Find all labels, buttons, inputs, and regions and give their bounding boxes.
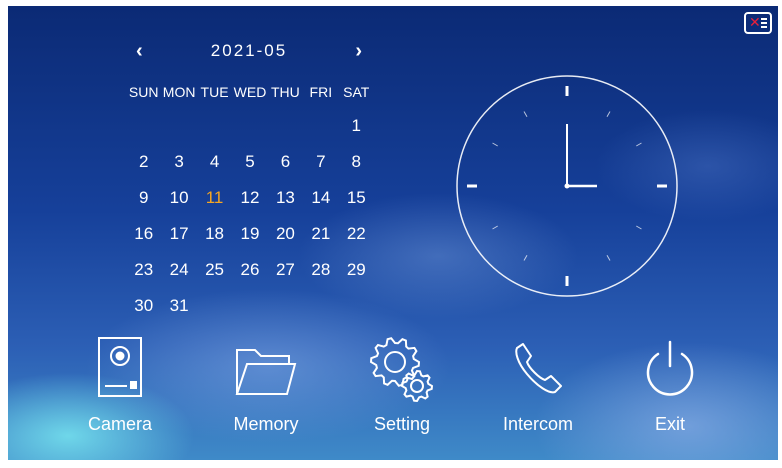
calendar-day[interactable]: 10 [161, 186, 196, 222]
home-screen: ✕ ‹ 2021-05 › SUN MON TUE WED THU FRI SA… [8, 6, 778, 460]
calendar-day[interactable]: 15 [339, 186, 374, 222]
calendar-day[interactable]: 22 [339, 222, 374, 258]
weekday-label: THU [271, 84, 300, 100]
clock-tick [636, 225, 642, 230]
door-camera-icon [98, 337, 142, 397]
calendar-day[interactable]: 29 [339, 258, 374, 294]
calendar-empty-cell [197, 114, 232, 150]
calendar-day[interactable]: 14 [303, 186, 338, 222]
calendar-day[interactable]: 8 [339, 150, 374, 186]
calendar-empty-cell [303, 114, 338, 150]
calendar-day[interactable]: 17 [161, 222, 196, 258]
calendar-grid: 1 2 3 4 5 6 7 8 9 10 11 12 13 14 15 16 17 18 19 20 21 22 23 24 2… [126, 114, 374, 330]
weekday-label: SUN [128, 84, 159, 100]
calendar-day[interactable]: 16 [126, 222, 161, 258]
exit-label: Exit [654, 414, 685, 434]
calendar-day[interactable]: 21 [303, 222, 338, 258]
exit-button[interactable]: Exit [610, 336, 730, 435]
intercom-button[interactable]: Intercom [478, 336, 598, 435]
clock-tick [636, 142, 642, 147]
month-label: 2021-05 [210, 41, 288, 60]
calendar-day[interactable]: 2 [126, 150, 161, 186]
calendar-empty-cell [268, 114, 303, 150]
calendar-empty-cell [126, 114, 161, 150]
calendar-day[interactable]: 9 [126, 186, 161, 222]
message-alert-icon[interactable]: ✕ [744, 12, 772, 34]
weekday-header: SUN MON TUE WED THU FRI SAT [126, 84, 374, 100]
intercom-label: Intercom [502, 414, 574, 434]
calendar-day[interactable]: 11 [197, 186, 232, 222]
calendar-day[interactable]: 12 [232, 186, 267, 222]
clock-center [564, 183, 570, 189]
power-icon [646, 340, 694, 396]
next-month-button[interactable]: › [355, 40, 362, 62]
calendar-empty-cell [161, 114, 196, 150]
weekday-label: WED [233, 84, 267, 100]
phone-icon [515, 343, 562, 394]
calendar-day[interactable]: 1 [339, 114, 374, 150]
calendar-day[interactable]: 18 [197, 222, 232, 258]
calendar-day[interactable]: 26 [232, 258, 267, 294]
calendar-day[interactable]: 7 [303, 150, 338, 186]
clock-tick [606, 255, 611, 261]
calendar-day[interactable]: 3 [161, 150, 196, 186]
camera-button[interactable]: Camera [60, 336, 180, 435]
clock-tick [523, 111, 528, 117]
calendar-day[interactable]: 24 [161, 258, 196, 294]
memory-button[interactable]: Memory [206, 336, 326, 435]
weekday-label: TUE [200, 84, 229, 100]
main-dock: Camera Memory Setting Intercom Exit [8, 336, 778, 456]
clock-tick [492, 142, 498, 147]
calendar-day[interactable]: 19 [232, 222, 267, 258]
calendar-empty-cell [268, 294, 303, 330]
calendar-empty-cell [197, 294, 232, 330]
camera-label: Camera [87, 414, 153, 434]
calendar-empty-cell [232, 114, 267, 150]
clock-tick [523, 255, 528, 261]
calendar-empty-cell [303, 294, 338, 330]
calendar-day[interactable]: 31 [161, 294, 196, 330]
calendar-day[interactable]: 6 [268, 150, 303, 186]
calendar-day[interactable]: 27 [268, 258, 303, 294]
calendar-day[interactable]: 20 [268, 222, 303, 258]
calendar-day[interactable]: 25 [197, 258, 232, 294]
calendar-empty-cell [232, 294, 267, 330]
setting-button[interactable]: Setting [342, 336, 462, 435]
folder-icon [235, 349, 297, 395]
calendar-day[interactable]: 5 [232, 150, 267, 186]
weekday-label: SAT [343, 84, 370, 100]
weekday-label: FRI [309, 84, 333, 100]
analog-clock [456, 75, 678, 297]
weekday-label: MON [162, 84, 196, 100]
calendar-header: ‹ 2021-05 › [136, 40, 362, 64]
setting-label: Setting [373, 414, 431, 434]
calendar-empty-cell [339, 294, 374, 330]
clock-tick [606, 111, 611, 117]
calendar-day[interactable]: 23 [126, 258, 161, 294]
calendar-day[interactable]: 30 [126, 294, 161, 330]
memory-label: Memory [233, 414, 299, 434]
calendar-day[interactable]: 28 [303, 258, 338, 294]
calendar-day[interactable]: 4 [197, 150, 232, 186]
calendar-day[interactable]: 13 [268, 186, 303, 222]
gears-icon [369, 337, 434, 402]
clock-tick [492, 225, 498, 230]
